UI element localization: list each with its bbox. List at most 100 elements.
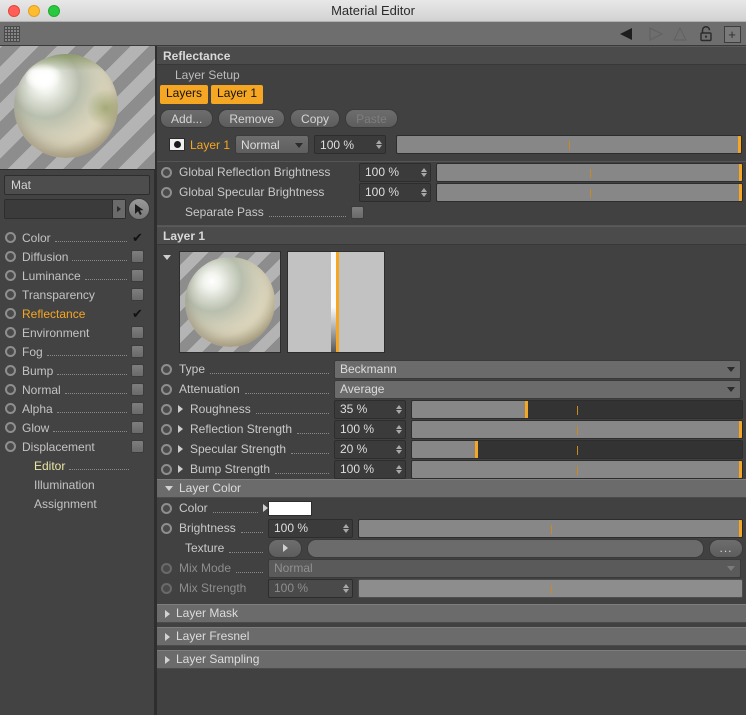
layer-color-section-header[interactable]: Layer Color (155, 479, 746, 498)
global-reflection-brightness-input[interactable]: 100 % (359, 162, 431, 182)
channel-checkbox[interactable] (131, 383, 144, 396)
section-layer-sampling[interactable]: Layer Sampling (155, 650, 746, 669)
expand-triangle-icon[interactable] (178, 465, 183, 473)
spinner-icon[interactable] (421, 187, 427, 197)
channel-toggle-dot-icon[interactable] (5, 422, 16, 433)
animate-dot-icon[interactable] (161, 443, 172, 455)
spinner-icon[interactable] (396, 404, 402, 414)
channel-checkbox[interactable] (131, 364, 144, 377)
layer-blend-mode-select[interactable]: Normal (235, 135, 310, 154)
layer-curve-thumb[interactable] (287, 251, 385, 353)
animate-dot-icon[interactable] (161, 363, 172, 375)
type-select[interactable]: Beckmann (334, 359, 741, 379)
global-reflection-brightness-slider[interactable] (436, 162, 743, 182)
tree-icon[interactable] (668, 23, 692, 45)
channel-checkbox[interactable]: ✔ (131, 231, 144, 244)
slider-handle[interactable] (739, 460, 742, 478)
channel-item-luminance[interactable]: Luminance (0, 266, 154, 285)
channel-toggle-dot-icon[interactable] (5, 346, 16, 357)
channel-checkbox[interactable] (131, 326, 144, 339)
grip-handle[interactable] (4, 25, 20, 42)
channel-toggle-dot-icon[interactable] (5, 441, 16, 452)
channel-toggle-dot-icon[interactable] (5, 384, 16, 395)
animate-dot-icon[interactable] (161, 423, 172, 435)
layer-color-swatch[interactable] (268, 500, 312, 516)
spinner-icon[interactable] (396, 444, 402, 454)
layer-brightness-input[interactable]: 100 % (268, 518, 353, 538)
specular-strength-slider[interactable] (411, 439, 743, 459)
animate-dot-icon[interactable] (161, 186, 172, 198)
section-layer-fresnel[interactable]: Layer Fresnel (155, 627, 746, 646)
layer-brightness-slider[interactable] (358, 518, 743, 538)
close-button[interactable] (8, 4, 20, 17)
reflection-strength-input[interactable]: 100 % (334, 419, 406, 439)
channel-item-transparency[interactable]: Transparency (0, 285, 154, 304)
collapse-triangle-icon[interactable] (163, 255, 171, 260)
channel-checkbox[interactable]: ✔ (131, 307, 144, 320)
layer-visibility-icon[interactable] (169, 138, 185, 151)
sidebar-item-editor[interactable]: Editor (0, 456, 154, 475)
channel-checkbox[interactable] (131, 421, 144, 434)
separate-pass-checkbox[interactable] (351, 205, 364, 219)
texture-menu-button[interactable] (268, 538, 302, 558)
texture-path-input[interactable] (307, 538, 704, 558)
roughness-slider[interactable] (411, 399, 743, 419)
global-specular-brightness-slider[interactable] (436, 182, 743, 202)
spinner-icon[interactable] (343, 523, 349, 533)
animate-dot-icon[interactable] (161, 502, 172, 514)
search-dropdown-arrow-icon[interactable] (112, 200, 125, 218)
expand-triangle-icon[interactable] (178, 425, 183, 433)
channel-toggle-dot-icon[interactable] (5, 365, 16, 376)
channel-item-fog[interactable]: Fog (0, 342, 154, 361)
expand-triangle-icon[interactable] (178, 445, 183, 453)
layer-opacity-input[interactable]: 100 % (314, 135, 387, 154)
channel-checkbox[interactable] (131, 250, 144, 263)
tab-layers[interactable]: Layers (160, 85, 209, 104)
sidebar-item-illumination[interactable]: Illumination (0, 475, 154, 494)
animate-dot-icon[interactable] (161, 166, 172, 178)
channel-item-normal[interactable]: Normal (0, 380, 154, 399)
material-name-input[interactable]: Mat (4, 175, 150, 195)
next-arrow-icon[interactable] (642, 23, 666, 45)
slider-handle[interactable] (524, 400, 528, 418)
channel-toggle-dot-icon[interactable] (5, 308, 16, 319)
channel-item-alpha[interactable]: Alpha (0, 399, 154, 418)
search-input[interactable] (4, 199, 126, 219)
spinner-icon[interactable] (396, 464, 402, 474)
slider-handle[interactable] (739, 183, 742, 201)
animate-dot-icon[interactable] (161, 383, 172, 395)
global-specular-brightness-input[interactable]: 100 % (359, 182, 431, 202)
spinner-icon[interactable] (421, 167, 427, 177)
channel-checkbox[interactable] (131, 345, 144, 358)
copy-button[interactable]: Copy (290, 109, 341, 128)
remove-button[interactable]: Remove (218, 109, 286, 128)
channel-checkbox[interactable] (131, 440, 144, 453)
channel-toggle-dot-icon[interactable] (5, 251, 16, 262)
channel-toggle-dot-icon[interactable] (5, 403, 16, 414)
expand-triangle-icon[interactable] (178, 405, 183, 413)
animate-dot-icon[interactable] (161, 463, 172, 475)
pick-cursor-icon[interactable] (128, 198, 150, 220)
animate-dot-icon[interactable] (161, 403, 172, 415)
bump-strength-slider[interactable] (411, 459, 743, 479)
channel-checkbox[interactable] (131, 269, 144, 282)
texture-browse-button[interactable]: ... (709, 538, 743, 558)
channel-item-environment[interactable]: Environment (0, 323, 154, 342)
attenuation-select[interactable]: Average (334, 379, 741, 399)
bump-strength-input[interactable]: 100 % (334, 459, 406, 479)
zoom-button[interactable] (48, 4, 60, 17)
slider-handle[interactable] (475, 440, 478, 458)
slider-handle[interactable] (739, 519, 742, 537)
tab-layer-1[interactable]: Layer 1 (211, 85, 264, 104)
roughness-input[interactable]: 35 % (334, 399, 406, 419)
channel-item-color[interactable]: Color ✔ (0, 228, 154, 247)
add-icon[interactable]: + (720, 23, 744, 45)
spinner-icon[interactable] (396, 424, 402, 434)
channel-checkbox[interactable] (131, 402, 144, 415)
channel-toggle-dot-icon[interactable] (5, 232, 16, 243)
animate-dot-icon[interactable] (161, 522, 172, 534)
reflection-strength-slider[interactable] (411, 419, 743, 439)
layer-opacity-slider[interactable] (396, 135, 742, 154)
spinner-icon[interactable] (376, 140, 383, 149)
slider-handle[interactable] (739, 163, 742, 181)
